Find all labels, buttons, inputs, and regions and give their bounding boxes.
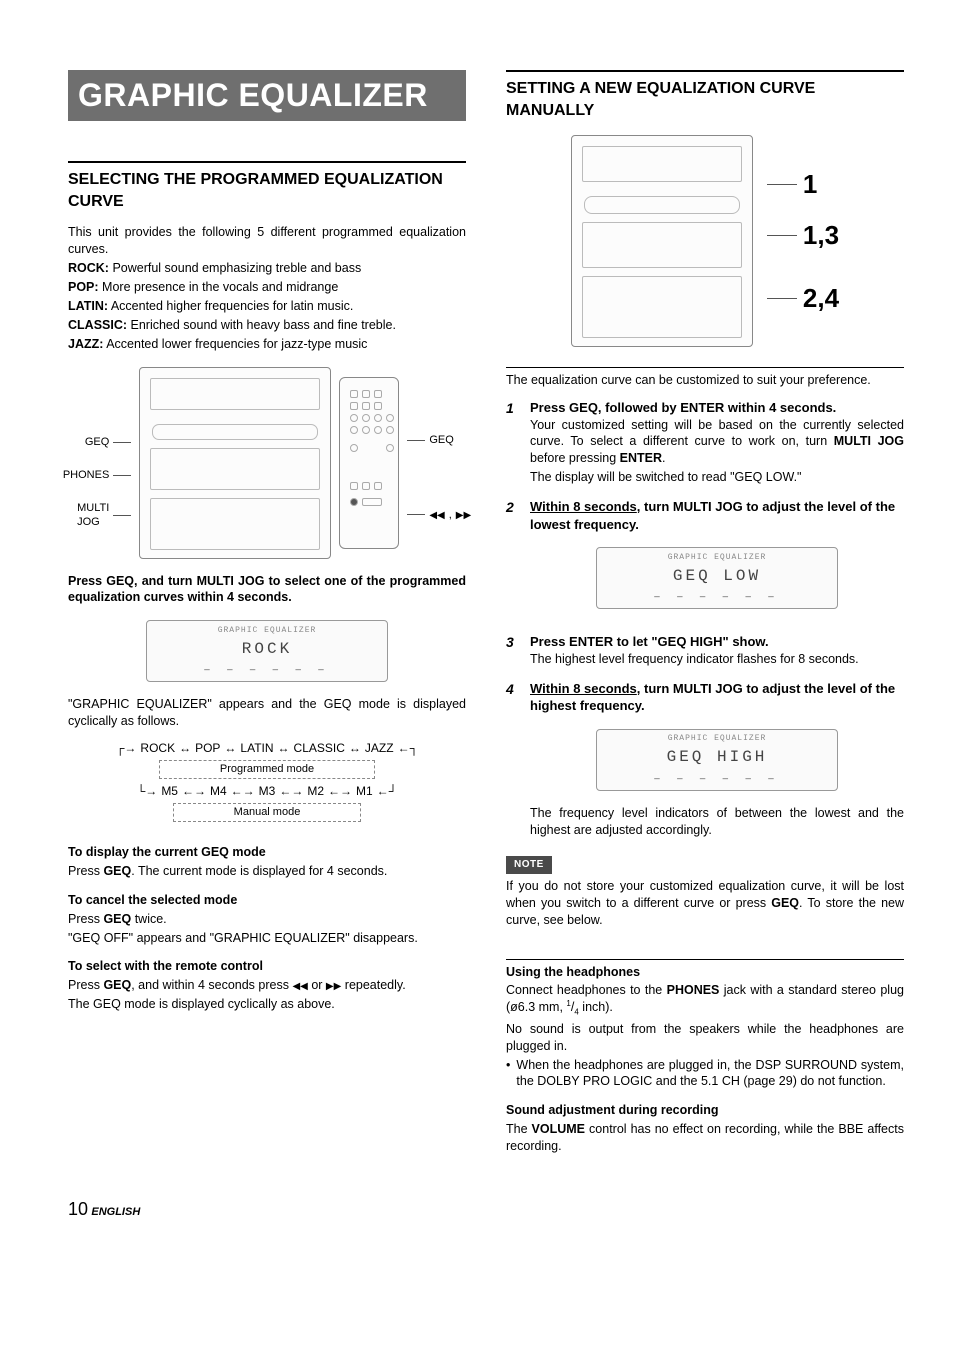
page-columns: GRAPHIC EQUALIZER SELECTING THE PROGRAMM… bbox=[68, 70, 904, 1157]
intro-text: This unit provides the following 5 diffe… bbox=[68, 224, 466, 258]
callout-labels-left: GEQ PHONES MULTI JOG bbox=[63, 395, 131, 530]
step-2: 2 Within 8 seconds, turn MULTI JOG to ad… bbox=[506, 498, 904, 623]
left-column: GRAPHIC EQUALIZER SELECTING THE PROGRAMM… bbox=[68, 70, 466, 1157]
step-4: 4 Within 8 seconds, turn MULTI JOG to ad… bbox=[506, 680, 904, 841]
rule-thin bbox=[506, 367, 904, 368]
cyclic-text: "GRAPHIC EQUALIZER" appears and the GEQ … bbox=[68, 696, 466, 730]
rule bbox=[506, 70, 904, 72]
headphones-text-1: Connect headphones to the PHONES jack wi… bbox=[506, 982, 904, 1018]
mode-rock: ROCK: Powerful sound emphasizing treble … bbox=[68, 260, 466, 277]
fast-forward-icon bbox=[456, 508, 471, 523]
mode-jazz: JAZZ: Accented lower frequencies for jaz… bbox=[68, 336, 466, 353]
cancel-mode-text-1: Press GEQ twice. bbox=[68, 911, 466, 928]
subhead-headphones: Using the headphones bbox=[506, 964, 904, 981]
manual-intro: The equalization curve can be customized… bbox=[506, 372, 904, 389]
section-heading-selecting: SELECTING THE PROGRAMMED EQUALIZATION CU… bbox=[68, 169, 466, 212]
subhead-recording: Sound adjustment during recording bbox=[506, 1102, 904, 1119]
geq-instruction: Press GEQ, and turn MULTI JOG to select … bbox=[68, 573, 466, 607]
unit-illustration bbox=[139, 367, 331, 559]
rewind-icon bbox=[429, 508, 444, 523]
figure-unit-remote: GEQ PHONES MULTI JOG bbox=[68, 367, 466, 559]
headphones-bullet: • When the headphones are plugged in, th… bbox=[506, 1057, 904, 1091]
subhead-remote: To select with the remote control bbox=[68, 958, 466, 975]
mode-classic: CLASSIC: Enriched sound with heavy bass … bbox=[68, 317, 466, 334]
mode-pop: POP: More presence in the vocals and mid… bbox=[68, 279, 466, 296]
page-number: 10 bbox=[68, 1199, 88, 1219]
step-callouts: 1 1,3 2,4 bbox=[767, 167, 839, 316]
headphones-text-2: No sound is output from the speakers whi… bbox=[506, 1021, 904, 1055]
figure-display-rock: GRAPHIC EQUALIZER ROCK — — — — — — bbox=[68, 620, 466, 682]
rule-thin bbox=[506, 959, 904, 960]
display-mode-text: Press GEQ. The current mode is displayed… bbox=[68, 863, 466, 880]
step-1: 1 Press GEQ, followed by ENTER within 4 … bbox=[506, 399, 904, 488]
subhead-cancel-mode: To cancel the selected mode bbox=[68, 892, 466, 909]
mode-cycle-diagram: ┌→ ROCK↔ POP↔ LATIN↔ CLASSIC↔ JAZZ ←┐ Pr… bbox=[92, 740, 442, 826]
mode-latin: LATIN: Accented higher frequencies for l… bbox=[68, 298, 466, 315]
figure-display-geq-high: GRAPHIC EQUALIZER GEQ HIGH — — — — — — bbox=[596, 729, 838, 791]
cancel-mode-text-2: "GEQ OFF" appears and "GRAPHIC EQUALIZER… bbox=[68, 930, 466, 947]
page-language: ENGLISH bbox=[91, 1206, 140, 1218]
remote-text-1: Press GEQ, and within 4 seconds press or… bbox=[68, 977, 466, 994]
note-badge: NOTE bbox=[506, 856, 552, 874]
note-text: If you do not store your customized equa… bbox=[506, 878, 904, 929]
callout-labels-right: GEQ , bbox=[407, 403, 471, 523]
steps: 1 Press GEQ, followed by ENTER within 4 … bbox=[506, 399, 904, 840]
recording-text: The VOLUME control has no effect on reco… bbox=[506, 1121, 904, 1155]
rewind-icon bbox=[292, 978, 307, 992]
subhead-display-mode: To display the current GEQ mode bbox=[68, 844, 466, 861]
remote-illustration bbox=[339, 377, 399, 549]
figure-unit-callouts: 1 1,3 2,4 bbox=[506, 135, 904, 347]
rule bbox=[68, 161, 466, 163]
step-3: 3 Press ENTER to let "GEQ HIGH" show. Th… bbox=[506, 633, 904, 669]
page-footer: 10 ENGLISH bbox=[68, 1197, 904, 1221]
fast-forward-icon bbox=[326, 978, 341, 992]
remote-text-2: The GEQ mode is displayed cyclically as … bbox=[68, 996, 466, 1013]
figure-display-geq-low: GRAPHIC EQUALIZER GEQ LOW — — — — — — bbox=[596, 547, 838, 609]
section-heading-manual: SETTING A NEW EQUALIZATION CURVE MANUALL… bbox=[506, 78, 904, 121]
page-banner: GRAPHIC EQUALIZER bbox=[68, 70, 466, 121]
right-column: SETTING A NEW EQUALIZATION CURVE MANUALL… bbox=[506, 70, 904, 1157]
